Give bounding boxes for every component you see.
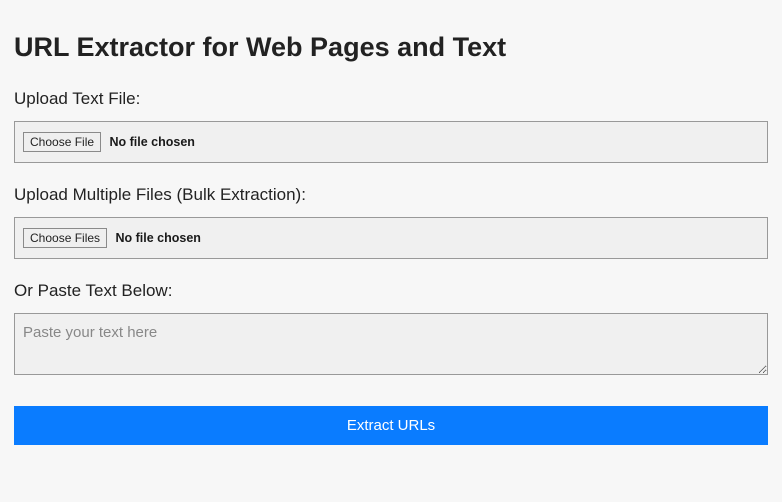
paste-text-input[interactable] [14,313,768,375]
paste-text-label: Or Paste Text Below: [14,281,768,301]
file-status-bulk: No file chosen [115,231,200,245]
upload-single-label: Upload Text File: [14,89,768,109]
upload-bulk-box: Choose Files No file chosen [14,217,768,259]
choose-files-button[interactable]: Choose Files [23,228,107,248]
extract-urls-button[interactable]: Extract URLs [14,406,768,445]
file-status-single: No file chosen [109,135,194,149]
upload-single-box: Choose File No file chosen [14,121,768,163]
upload-bulk-label: Upload Multiple Files (Bulk Extraction): [14,185,768,205]
choose-file-button[interactable]: Choose File [23,132,101,152]
page-title: URL Extractor for Web Pages and Text [14,32,768,63]
